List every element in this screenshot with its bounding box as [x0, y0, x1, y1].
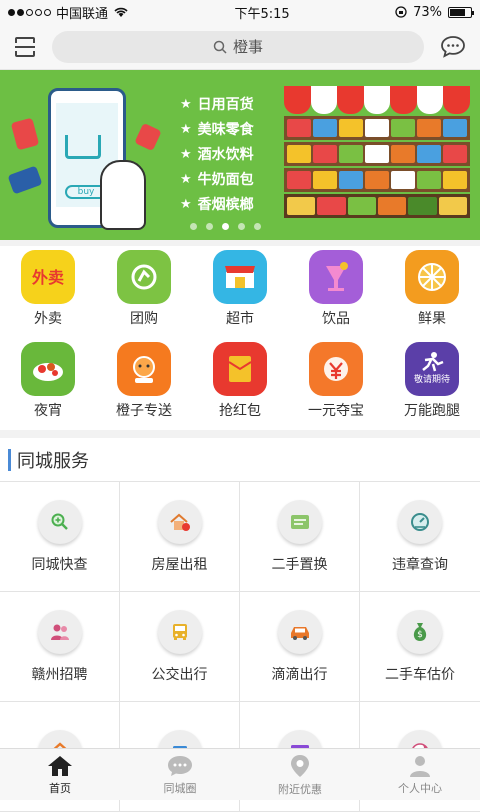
magnifier-icon [37, 499, 82, 544]
people-icon [37, 609, 82, 654]
top-bar: 橙事 [0, 24, 480, 70]
search-placeholder: 橙事 [232, 38, 263, 56]
banner-item: ★ 香烟槟榔 [180, 196, 254, 214]
category-takeout[interactable]: 外卖 外卖 [0, 250, 96, 336]
service-house-rental[interactable]: 房屋出租 [120, 482, 240, 592]
message-button[interactable] [438, 33, 468, 61]
category-one-yuan[interactable]: 一元夺宝 [288, 342, 384, 428]
carrier-label: 中国联通 [56, 6, 109, 22]
clock: 下午5:15 [234, 6, 290, 22]
money-bag-icon: $ [398, 609, 442, 654]
bottom-tab-bar: 首页 同城圈 附近优惠 个人中心 [0, 748, 480, 800]
tab-profile[interactable]: 个人中心 [360, 749, 480, 800]
category-errand[interactable]: 敬请期待 万能跑腿 [384, 342, 480, 428]
tab-nearby-deals[interactable]: 附近优惠 [240, 749, 360, 800]
battery-percent: 73% [413, 4, 442, 20]
tab-home[interactable]: 首页 [0, 749, 120, 800]
star-icon: ★ [180, 121, 192, 137]
supermarket-icon [213, 250, 267, 304]
category-grid: 外卖 外卖 团购 超市 饮品 鲜果 夜宵 橙子专送 抢红包 一元夺宝 敬请期待 … [0, 246, 480, 430]
banner-item: ★ 日用百货 [180, 96, 254, 114]
status-bar: 中国联通 下午5:15 73% [0, 0, 480, 24]
service-violation-check[interactable]: 违章查询 [360, 482, 480, 592]
svg-text:$: $ [417, 630, 423, 640]
banner-item-list: ★ 日用百货 ★ 美味零食 ★ 酒水饮料 ★ 牛奶面包 ★ 香烟槟榔 [180, 94, 254, 214]
late-night-food-icon [21, 342, 75, 396]
banner-item: ★ 酒水饮料 [180, 146, 254, 164]
pager-dot[interactable] [254, 223, 261, 230]
takeout-icon: 外卖 [21, 250, 75, 304]
shopping-bag-icon [10, 117, 40, 151]
scan-button[interactable] [12, 34, 38, 60]
category-supermarket[interactable]: 超市 [192, 250, 288, 336]
promo-banner[interactable]: buy ★ 日用百货 ★ 美味零食 ★ 酒水饮料 ★ 牛奶面包 ★ 香烟槟榔 [0, 70, 480, 240]
chat-icon [441, 35, 465, 58]
service-jobs[interactable]: 赣州招聘 [0, 592, 120, 702]
dollar-tag-icon [134, 122, 162, 152]
pager-dot[interactable] [238, 223, 245, 230]
category-late-night[interactable]: 夜宵 [0, 342, 96, 428]
banner-pager[interactable] [190, 223, 261, 230]
category-fruit[interactable]: 鲜果 [384, 250, 480, 336]
credit-card-icon [7, 165, 43, 195]
service-car-valuation[interactable]: $ 二手车估价 [360, 592, 480, 702]
banner-item: ★ 美味零食 [180, 121, 254, 139]
pager-dot[interactable] [206, 223, 213, 230]
pager-dot[interactable] [190, 223, 197, 230]
banner-item: ★ 牛奶面包 [180, 171, 254, 189]
drink-icon [309, 250, 363, 304]
star-icon: ★ [180, 196, 192, 212]
store-shelf-illustration [284, 86, 471, 224]
exchange-icon [277, 499, 322, 544]
star-icon: ★ [180, 171, 192, 187]
battery-icon [448, 6, 474, 18]
scan-icon [15, 36, 35, 57]
bus-icon [157, 609, 202, 654]
errand-icon: 敬请期待 [405, 342, 459, 396]
category-orange-delivery[interactable]: 橙子专送 [96, 342, 192, 428]
wifi-icon [114, 7, 128, 17]
category-red-packet[interactable]: 抢红包 [192, 342, 288, 428]
cart-icon [65, 135, 101, 159]
fruit-icon [405, 250, 459, 304]
orange-delivery-icon [117, 342, 171, 396]
hand-illustration [100, 160, 146, 230]
person-icon [410, 755, 430, 777]
star-icon: ★ [180, 96, 192, 112]
service-quick-search[interactable]: 同城快查 [0, 482, 120, 592]
pager-dot-active[interactable] [222, 223, 229, 230]
red-packet-icon [213, 342, 267, 396]
category-group-buy[interactable]: 团购 [96, 250, 192, 336]
star-icon: ★ [180, 146, 192, 162]
house-key-icon [157, 499, 202, 544]
speedometer-icon [398, 499, 442, 544]
signal-icon [8, 8, 51, 16]
home-icon [48, 755, 72, 776]
one-yuan-icon [309, 342, 363, 396]
service-didi[interactable]: 滴滴出行 [240, 592, 360, 702]
search-input[interactable]: 橙事 [52, 30, 424, 63]
category-drinks[interactable]: 饮品 [288, 250, 384, 336]
search-icon [213, 40, 227, 54]
tab-city-circle[interactable]: 同城圈 [120, 749, 240, 800]
section-title: 同城服务 [0, 438, 480, 482]
orientation-lock-icon [395, 6, 407, 18]
service-bus[interactable]: 公交出行 [120, 592, 240, 702]
location-pin-icon [291, 754, 309, 777]
group-buy-icon [117, 250, 171, 304]
chat-icon [168, 755, 192, 776]
car-icon [277, 609, 322, 654]
service-second-hand[interactable]: 二手置换 [240, 482, 360, 592]
